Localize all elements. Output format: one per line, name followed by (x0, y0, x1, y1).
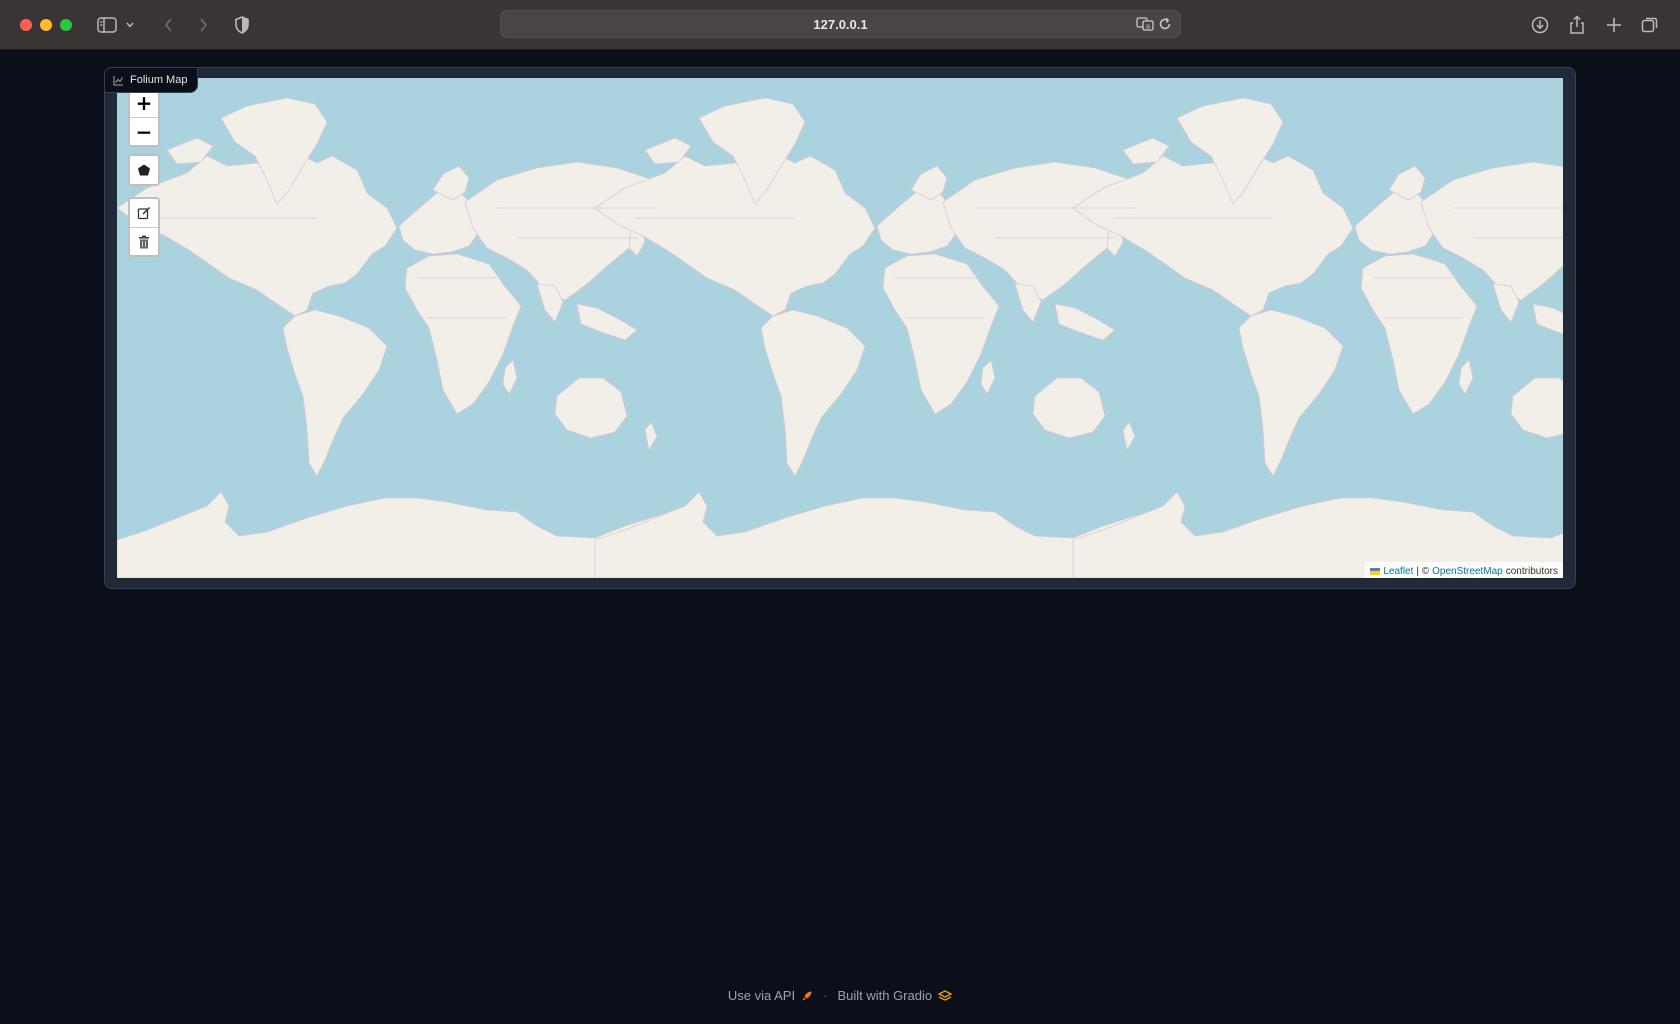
folium-map[interactable]: + − Leaflet | © OpenStreetMap contributo… (117, 78, 1563, 578)
new-tab-icon[interactable] (1602, 13, 1626, 37)
downloads-icon[interactable] (1528, 13, 1552, 37)
block-label: Folium Map (104, 67, 199, 93)
attribution-contributors: contributors (1505, 565, 1558, 577)
world-map-tiles (117, 97, 1563, 578)
map-attribution: Leaflet | © OpenStreetMap contributors (1365, 562, 1563, 578)
draw-polygon-button[interactable] (130, 156, 158, 184)
back-icon[interactable] (157, 13, 181, 37)
url-text: 127.0.0.1 (813, 17, 868, 32)
zoom-control: + − (128, 87, 160, 147)
edit-toolbar (128, 197, 160, 257)
close-window-button[interactable] (20, 19, 32, 31)
tab-overview-icon[interactable] (1638, 13, 1662, 37)
reload-icon[interactable] (1158, 17, 1172, 36)
delete-layers-button[interactable] (130, 227, 158, 255)
chevron-down-icon[interactable] (123, 13, 137, 37)
zoom-in-button[interactable]: + (130, 89, 158, 117)
block-label-text: Folium Map (130, 74, 188, 86)
sidebar-toggle-icon[interactable] (95, 13, 119, 37)
ukraine-flag-icon (1370, 567, 1381, 575)
use-via-api-label: Use via API (727, 988, 796, 1003)
attribution-separator: | © (1416, 565, 1430, 577)
privacy-shield-icon[interactable] (230, 13, 254, 37)
minimize-window-button[interactable] (40, 19, 52, 31)
openstreetmap-link[interactable]: OpenStreetMap (1432, 566, 1503, 577)
translate-icon[interactable]: a (1136, 16, 1154, 37)
forward-icon[interactable] (191, 13, 215, 37)
footer-separator: · (823, 988, 828, 1003)
chart-icon (113, 75, 123, 85)
use-via-api-link[interactable]: Use via API (728, 988, 813, 1003)
address-bar[interactable]: 127.0.0.1 a (500, 10, 1181, 38)
browser-toolbar: 127.0.0.1 a (0, 0, 1680, 50)
zoom-window-button[interactable] (60, 19, 72, 31)
edit-icon (137, 206, 151, 220)
zoom-out-button[interactable]: − (130, 117, 158, 145)
polygon-icon (138, 164, 150, 176)
leaflet-link[interactable]: Leaflet (1383, 566, 1413, 577)
gradio-logo-icon (938, 989, 953, 1001)
edit-layers-button[interactable] (130, 199, 158, 227)
rocket-icon (802, 991, 812, 1000)
svg-text:a: a (1146, 23, 1150, 31)
built-with-gradio-label: Built with Gradio (837, 988, 933, 1003)
trash-icon (139, 235, 149, 248)
page-footer: Use via API · Built with Gradio (0, 988, 1680, 1003)
share-icon[interactable] (1565, 13, 1589, 37)
built-with-gradio-link[interactable]: Built with Gradio (837, 988, 953, 1003)
draw-toolbar (128, 154, 160, 186)
